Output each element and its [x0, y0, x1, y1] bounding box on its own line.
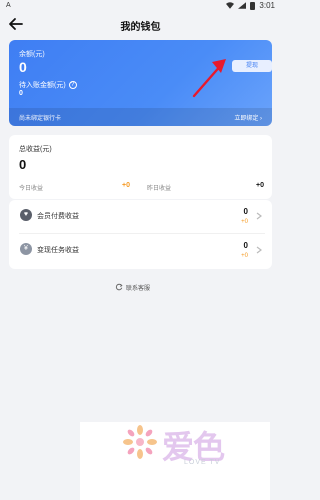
- help-icon[interactable]: ?: [68, 81, 77, 89]
- chevron-right-icon: [256, 246, 262, 254]
- signal-icon: [238, 2, 247, 9]
- list-item-delta: +0: [241, 253, 248, 259]
- list-item-delta: +0: [241, 219, 248, 225]
- bind-status-text: 尚未绑定银行卡: [19, 116, 62, 122]
- status-bar: A 3:01: [0, 0, 281, 14]
- balance-card: 余额(元) 0 待入账金额(元) ? 0 提现 尚未绑定银行卡 立即绑定 ›: [9, 40, 272, 126]
- yesterday-earnings-value: +0: [256, 182, 264, 189]
- coin-icon: ¥: [20, 243, 32, 255]
- balance-label: 余额(元): [19, 51, 45, 58]
- bind-card-strip[interactable]: 尚未绑定银行卡 立即绑定 ›: [9, 108, 272, 126]
- logo-icon: [123, 425, 157, 459]
- nav-bar: 我的钱包: [0, 14, 281, 36]
- today-earnings-value: +0: [122, 182, 130, 189]
- pending-label-group: 待入账金额(元) ?: [19, 80, 77, 90]
- total-earnings-label: 总收益(元): [19, 146, 52, 153]
- list-item-amount: 0: [243, 241, 248, 250]
- yesterday-earnings-label: 昨日收益: [147, 186, 172, 192]
- refresh-icon: [115, 283, 123, 291]
- watermark-logo: 爱色 LOVE TV: [80, 422, 270, 500]
- contact-support-button[interactable]: 联系客服: [115, 280, 150, 294]
- wifi-icon: [226, 2, 235, 9]
- bind-now-link[interactable]: 立即绑定 ›: [234, 113, 262, 122]
- list-item-task-income[interactable]: ¥ 变现任务收益 0 +0: [9, 234, 272, 267]
- logo-subtext: LOVE TV: [184, 459, 221, 466]
- total-earnings-value: 0: [19, 157, 27, 172]
- list-item-amount: 0: [243, 207, 248, 216]
- notification-icon: A: [6, 2, 11, 9]
- chevron-right-icon: [256, 212, 262, 220]
- list-item-membership-income[interactable]: ♥ 会员付费收益 0 +0: [9, 200, 272, 233]
- page-title: 我的钱包: [120, 22, 161, 33]
- withdraw-button[interactable]: 提现: [232, 60, 272, 72]
- income-list: ♥ 会员付费收益 0 +0 ¥ 变现任务收益 0 +0: [9, 200, 272, 269]
- contact-support-label: 联系客服: [126, 285, 151, 292]
- vip-icon: ♥: [20, 209, 32, 221]
- pending-value: 0: [19, 90, 23, 97]
- today-earnings-label: 今日收益: [19, 186, 44, 192]
- list-item-label: 变现任务收益: [37, 247, 79, 254]
- bind-now-label: 立即绑定: [234, 116, 259, 122]
- earnings-card: 总收益(元) 0 今日收益 +0 昨日收益 +0: [9, 135, 272, 199]
- battery-icon: [250, 1, 256, 10]
- pending-label: 待入账金额(元): [19, 82, 66, 89]
- clock: 3:01: [259, 1, 275, 10]
- list-item-label: 会员付费收益: [37, 213, 79, 220]
- balance-value: 0: [19, 59, 27, 75]
